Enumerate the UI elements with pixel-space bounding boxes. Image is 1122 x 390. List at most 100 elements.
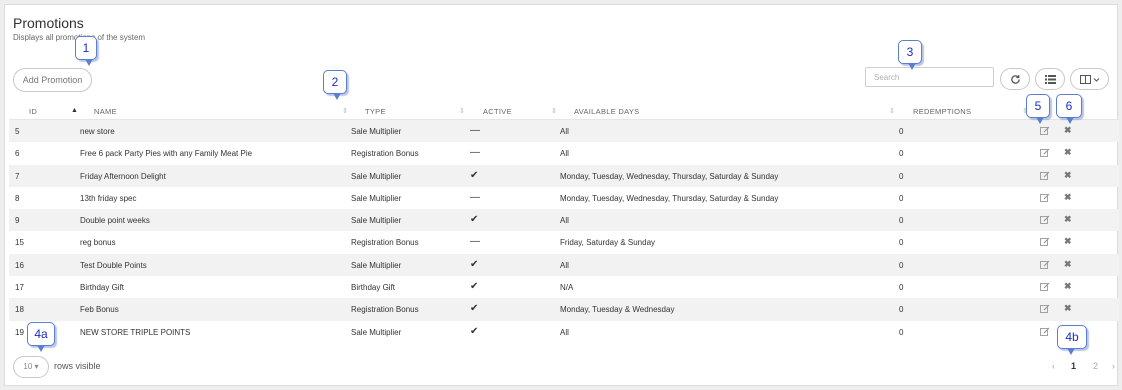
cell-redemptions: 0 [899, 283, 904, 293]
columns-icon [1079, 74, 1100, 84]
refresh-icon [1010, 74, 1021, 85]
cell-redemptions: 0 [899, 216, 904, 226]
cell-available-days: Monday, Tuesday, Wednesday, Thursday, Sa… [560, 193, 779, 203]
cell-id: 17 [15, 283, 24, 293]
delete-icon[interactable]: ✖ [1064, 214, 1072, 225]
sort-icon: ⇕ [551, 108, 557, 115]
delete-icon[interactable]: ✖ [1064, 192, 1072, 203]
sort-icon: ⇕ [342, 108, 348, 115]
cell-id: 8 [15, 193, 20, 203]
column-header-available-days[interactable]: AVAILABLE DAYS [574, 107, 639, 116]
delete-icon[interactable]: ✖ [1064, 259, 1072, 270]
pagination-prev[interactable]: ‹ [1052, 361, 1055, 371]
callout-marker: 6 [1056, 94, 1082, 124]
edit-icon[interactable] [1040, 260, 1050, 271]
refresh-button[interactable] [1000, 68, 1030, 90]
rows-per-page-select[interactable]: 10 ▾ [13, 356, 49, 378]
cell-type: Sale Multiplier [351, 171, 402, 181]
table-row: 17 Birthday Gift Birthday Gift ✔ N/A 0 ✖ [9, 276, 1119, 298]
cell-active: ✔ [470, 258, 479, 270]
cell-type: Sale Multiplier [351, 127, 402, 136]
delete-icon[interactable]: ✖ [1064, 147, 1072, 158]
cell-type: Sale Multiplier [351, 216, 402, 226]
cell-available-days: Friday, Saturday & Sunday [560, 238, 656, 248]
cell-type: Sale Multiplier [351, 327, 402, 337]
cell-redemptions: 0 [899, 238, 904, 248]
table-row: 5 new store Sale Multiplier — All 0 ✖ [9, 120, 1119, 143]
cell-available-days: All [560, 127, 569, 136]
search-input[interactable] [865, 67, 994, 87]
edit-icon[interactable] [1040, 304, 1050, 315]
table-row: 19 NEW STORE TRIPLE POINTS Sale Multiplier… [9, 321, 1119, 343]
column-header-id[interactable]: ID [29, 107, 37, 116]
cell-available-days: All [560, 327, 569, 337]
cell-type: Sale Multiplier [351, 260, 402, 270]
cell-id: 6 [15, 149, 20, 159]
cell-active: ✔ [470, 281, 479, 293]
sort-asc-icon: ▲ [71, 107, 78, 114]
callout-marker: 2 [323, 70, 347, 100]
column-header-redemptions[interactable]: REDEMPTIONS [913, 107, 971, 116]
column-header-name[interactable]: NAME [94, 107, 117, 116]
cell-active: — [470, 236, 480, 248]
cell-type: Registration Bonus [351, 305, 419, 315]
add-promotion-button[interactable]: Add Promotion [13, 68, 92, 92]
edit-icon[interactable] [1040, 327, 1050, 338]
callout-marker: 3 [898, 40, 922, 70]
cell-id: 16 [15, 260, 24, 270]
page-title: Promotions [13, 15, 84, 31]
cell-id: 7 [15, 171, 20, 181]
sort-icon: ⇕ [459, 108, 465, 115]
callout-marker: 1 [75, 36, 97, 66]
pagination-page-2[interactable]: 2 [1093, 361, 1098, 371]
cell-active: ✔ [470, 303, 479, 315]
cell-name: reg bonus [80, 238, 116, 248]
cell-name: Free 6 pack Party Pies with any Family M… [80, 149, 253, 159]
column-header-type[interactable]: TYPE [365, 107, 386, 116]
cell-id: 5 [15, 127, 20, 136]
delete-icon[interactable]: ✖ [1064, 303, 1072, 314]
edit-icon[interactable] [1040, 171, 1050, 182]
cell-redemptions: 0 [899, 193, 904, 203]
list-icon [1044, 74, 1056, 84]
cell-available-days: Monday, Tuesday & Wednesday [560, 305, 675, 315]
page-size-value: 10 [23, 362, 33, 371]
edit-icon[interactable] [1040, 193, 1050, 204]
callout-marker: 4a [27, 322, 55, 352]
cell-id: 18 [15, 305, 24, 315]
edit-icon[interactable] [1040, 237, 1050, 248]
cell-name: Test Double Points [80, 260, 147, 270]
edit-icon[interactable] [1040, 126, 1050, 137]
cell-type: Sale Multiplier [351, 193, 402, 203]
list-view-button[interactable] [1035, 68, 1065, 90]
edit-icon[interactable] [1040, 148, 1050, 159]
columns-toggle-button[interactable] [1070, 68, 1109, 90]
cell-redemptions: 0 [899, 149, 904, 159]
cell-type: Registration Bonus [351, 238, 419, 248]
cell-name: 13th friday spec [80, 193, 137, 203]
cell-available-days: N/A [560, 283, 574, 293]
promotions-table-body: 5 new store Sale Multiplier — All 0 ✖ 6 Free 6 p… [9, 120, 1119, 343]
table-row: 15 reg bonus Registration Bonus — Friday, Sa… [9, 231, 1119, 253]
edit-icon[interactable] [1040, 282, 1050, 293]
cell-active: ✔ [470, 325, 479, 337]
delete-icon[interactable]: ✖ [1064, 236, 1072, 247]
edit-icon[interactable] [1040, 215, 1050, 226]
pagination-next[interactable]: › [1112, 361, 1115, 371]
cell-available-days: All [560, 149, 569, 159]
cell-active: — [470, 191, 480, 203]
cell-type: Registration Bonus [351, 149, 419, 159]
promotions-panel: Promotions Displays all promotions of th… [4, 4, 1119, 386]
delete-icon[interactable]: ✖ [1064, 170, 1072, 181]
cell-available-days: All [560, 260, 569, 270]
sort-icon: ⇕ [889, 108, 895, 115]
table-header: ID ▲ NAME ⇕ TYPE ⇕ ACTIVE ⇕ AVAILABLE DA… [9, 102, 1119, 120]
delete-icon[interactable]: ✖ [1064, 125, 1072, 136]
delete-icon[interactable]: ✖ [1064, 281, 1072, 292]
cell-redemptions: 0 [899, 260, 904, 270]
cell-name: Double point weeks [80, 216, 150, 226]
column-header-active[interactable]: ACTIVE [483, 107, 512, 116]
cell-type: Birthday Gift [351, 283, 396, 293]
pagination-page-1[interactable]: 1 [1071, 361, 1076, 371]
cell-redemptions: 0 [899, 327, 904, 337]
